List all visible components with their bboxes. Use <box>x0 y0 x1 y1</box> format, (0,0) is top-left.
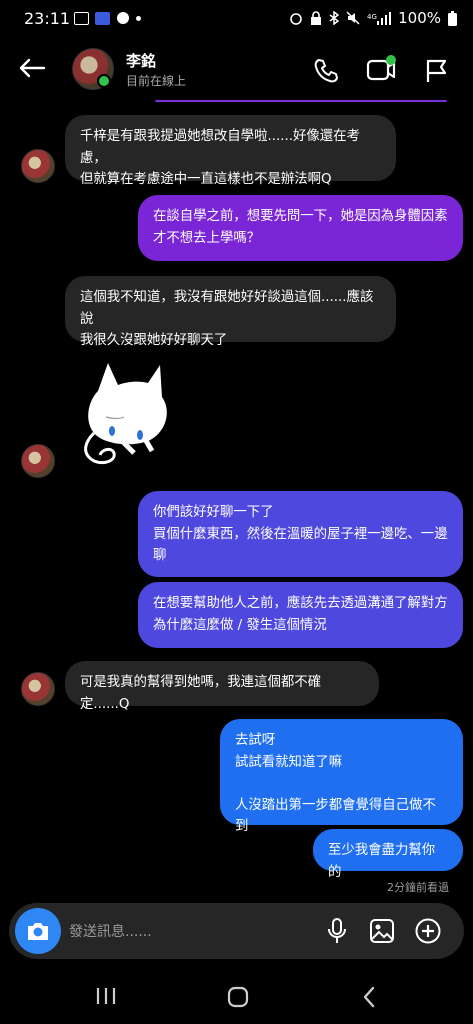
message-text: 這個我不知道，我沒有跟她好好談過這個......應該說 我很久沒跟她好好聊天了 <box>80 290 374 348</box>
plus-icon[interactable] <box>415 918 441 944</box>
battery-icon <box>448 10 457 26</box>
mute-icon <box>346 11 360 25</box>
svg-text:4G: 4G <box>367 13 377 21</box>
cat-sticker[interactable] <box>78 357 178 469</box>
online-indicator <box>97 74 111 88</box>
image-icon[interactable] <box>369 918 395 944</box>
alarm-icon <box>290 13 302 25</box>
seen-receipt: 2分鐘前看過 <box>387 881 449 894</box>
contact-status: 目前在線上 <box>126 74 187 88</box>
system-nav-bar <box>0 970 473 1024</box>
camera-icon <box>28 923 48 940</box>
message-text: 你們該好好聊一下了 買個什麼東西，然後在溫暖的屋子裡一邊吃、一邊 聊 <box>153 505 448 563</box>
chat-header: 李銘 目前在線上 <box>0 38 473 100</box>
message-bubble-sent[interactable]: 去試呀 試試看就知道了嘛 人沒踏出第一步都會覺得自己做不到 <box>220 719 463 834</box>
message-text: 在想要幫助他人之前，應該先去透過溝通了解對方 為什麼這麼做 / 發生這個情況 <box>153 596 448 633</box>
back-arrow-icon[interactable] <box>18 58 46 78</box>
video-icon[interactable] <box>366 54 400 84</box>
message-bubble-sent[interactable]: 你們該好好聊一下了 買個什麼東西，然後在溫暖的屋子裡一邊吃、一邊 聊 <box>138 491 463 577</box>
message-bubble-received[interactable]: 可是我真的幫得到她嗎，我連這個都不確定......Q <box>65 661 379 712</box>
battery-percent: 100% <box>398 9 441 27</box>
back-nav-icon[interactable] <box>362 986 376 1008</box>
camera-button[interactable] <box>15 908 61 954</box>
recent-apps-icon[interactable] <box>96 987 116 1005</box>
home-icon[interactable] <box>227 986 249 1008</box>
gallery-notification-icon <box>74 11 89 25</box>
sender-avatar[interactable] <box>21 444 55 478</box>
message-bubble-sent[interactable]: 至少我會盡力幫你的 <box>313 829 463 880</box>
message-text: 至少我會盡力幫你的 <box>328 843 436 880</box>
flag-icon[interactable] <box>425 58 449 84</box>
messenger-notification-icon <box>117 12 129 24</box>
phone-icon[interactable] <box>313 58 339 84</box>
lock-icon <box>311 11 322 25</box>
message-bubble-received[interactable]: 這個我不知道，我沒有跟她好好談過這個......應該說 我很久沒跟她好好聊天了 <box>65 276 396 348</box>
message-text: 千梓是有跟我提過她想改自學啦......好像還在考慮， 但就算在考慮途中一直這樣… <box>80 129 360 187</box>
message-input[interactable]: 發送訊息...... <box>69 921 152 941</box>
message-bubble-sent[interactable]: 在談自學之前，想要先問一下，她是因為身體因素 才不想去上學嗎？ <box>138 195 463 261</box>
sender-avatar[interactable] <box>21 149 55 183</box>
message-text: 可是我真的幫得到她嗎，我連這個都不確定......Q <box>80 675 322 712</box>
more-notifications-icon <box>136 15 141 21</box>
message-bubble-sent[interactable]: 在想要幫助他人之前，應該先去透過溝通了解對方 為什麼這麼做 / 發生這個情況 <box>138 582 463 648</box>
sender-avatar[interactable] <box>21 672 55 706</box>
microphone-icon[interactable] <box>327 918 347 944</box>
message-bubble-received[interactable]: 千梓是有跟我提過她想改自學啦......好像還在考慮， 但就算在考慮途中一直這樣… <box>65 115 396 187</box>
message-text: 在談自學之前，想要先問一下，她是因為身體因素 才不想去上學嗎？ <box>153 209 448 246</box>
bluetooth-icon <box>329 11 340 25</box>
signal-icon: 4G <box>367 12 392 25</box>
status-time: 23:11 <box>24 9 71 28</box>
message-text: 去試呀 試試看就知道了嘛 人沒踏出第一步都會覺得自己做不到 <box>235 733 436 834</box>
message-composer: 發送訊息...... <box>9 903 464 959</box>
status-bar: 23:11 4G 100% <box>0 0 473 38</box>
app-notification-icon <box>95 11 110 25</box>
message-edge <box>155 100 447 102</box>
system-icons: 4G 100% <box>289 9 457 27</box>
notification-icons <box>74 11 141 25</box>
contact-name[interactable]: 李銘 <box>126 50 156 71</box>
